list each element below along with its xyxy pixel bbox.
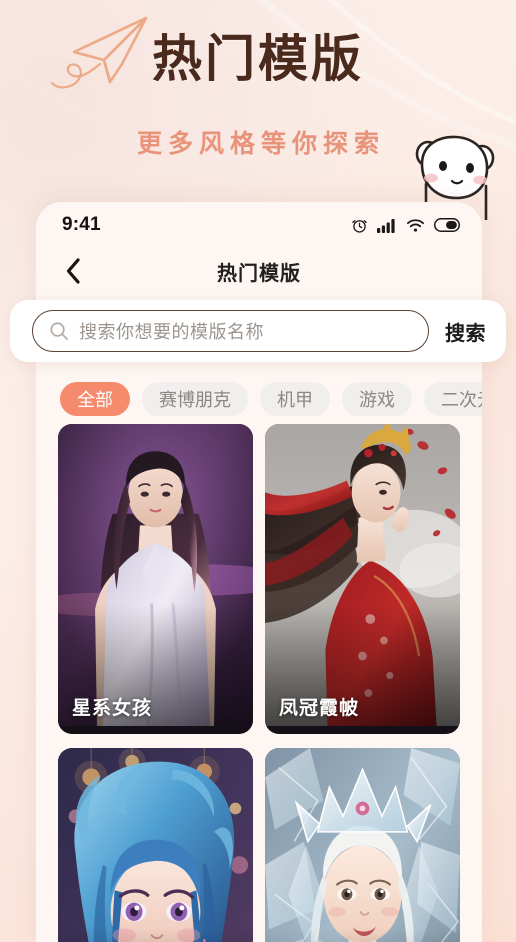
battery-icon (434, 218, 460, 232)
template-thumbnail-ice-queen (265, 748, 460, 942)
search-bar-container: 搜索你想要的模版名称 搜索 (10, 300, 506, 362)
card-gradient-scrim (58, 927, 253, 942)
nav-bar: 热门模版 (36, 248, 482, 294)
card-gradient-scrim (265, 927, 460, 942)
template-card[interactable] (58, 748, 253, 942)
cellular-signal-icon (377, 218, 395, 233)
page-title: 热门模版 (217, 262, 301, 285)
template-card[interactable]: 星系女孩 (58, 424, 253, 734)
category-chip-all[interactable]: 全部 (60, 382, 130, 416)
template-card-label: 星系女孩 (72, 698, 153, 719)
category-chip-mecha[interactable]: 机甲 (260, 382, 330, 416)
category-chip-list[interactable]: 全部 赛博朋克 机甲 游戏 二次元 (36, 374, 482, 424)
template-card[interactable] (265, 748, 460, 942)
template-thumbnail-blue-hair (58, 748, 253, 942)
template-grid: 星系女孩 凤冠霞帔 (36, 424, 482, 942)
search-button[interactable]: 搜索 (443, 313, 488, 350)
category-chip-anime[interactable]: 二次元 (424, 382, 482, 416)
status-bar-icons (351, 217, 460, 234)
category-chip-cyberpunk[interactable]: 赛博朋克 (142, 382, 248, 416)
back-button[interactable] (58, 256, 88, 286)
app-root: 热门模版 更多风格等你探索 9:41 热门模版 搜索你想要的模版名称 搜索 全部… (0, 0, 516, 942)
template-card[interactable]: 凤冠霞帔 (265, 424, 460, 734)
promo-title: 热门模版 (152, 31, 364, 87)
category-chip-game[interactable]: 游戏 (342, 382, 412, 416)
status-bar-time: 9:41 (62, 214, 101, 235)
search-input-placeholder: 搜索你想要的模版名称 (79, 322, 264, 342)
promo-header: 热门模版 更多风格等你探索 (0, 0, 516, 220)
chevron-left-icon (66, 258, 80, 284)
search-input[interactable]: 搜索你想要的模版名称 (32, 310, 429, 352)
search-icon (50, 322, 69, 341)
alarm-clock-icon (352, 219, 367, 233)
wifi-icon (406, 218, 425, 232)
status-bar: 9:41 (36, 202, 482, 248)
template-card-label: 凤冠霞帔 (279, 698, 360, 719)
